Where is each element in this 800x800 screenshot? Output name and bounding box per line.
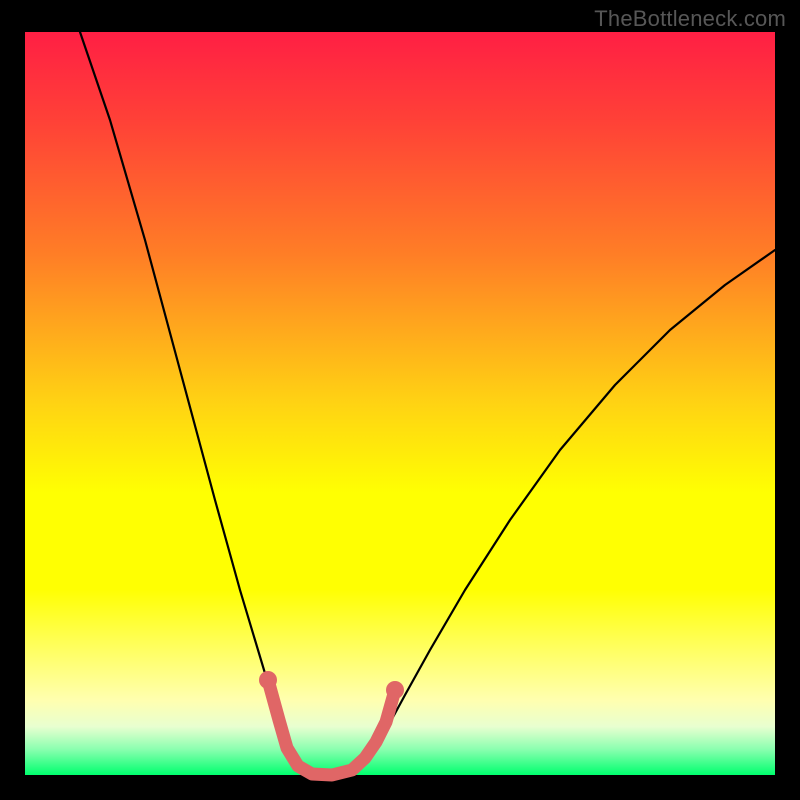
highlight-dot xyxy=(386,681,404,699)
watermark-text: TheBottleneck.com xyxy=(594,6,786,32)
chart-frame: TheBottleneck.com xyxy=(0,0,800,800)
plot-background xyxy=(25,32,775,775)
highlight-dot xyxy=(259,671,277,689)
bottleneck-chart xyxy=(0,0,800,800)
